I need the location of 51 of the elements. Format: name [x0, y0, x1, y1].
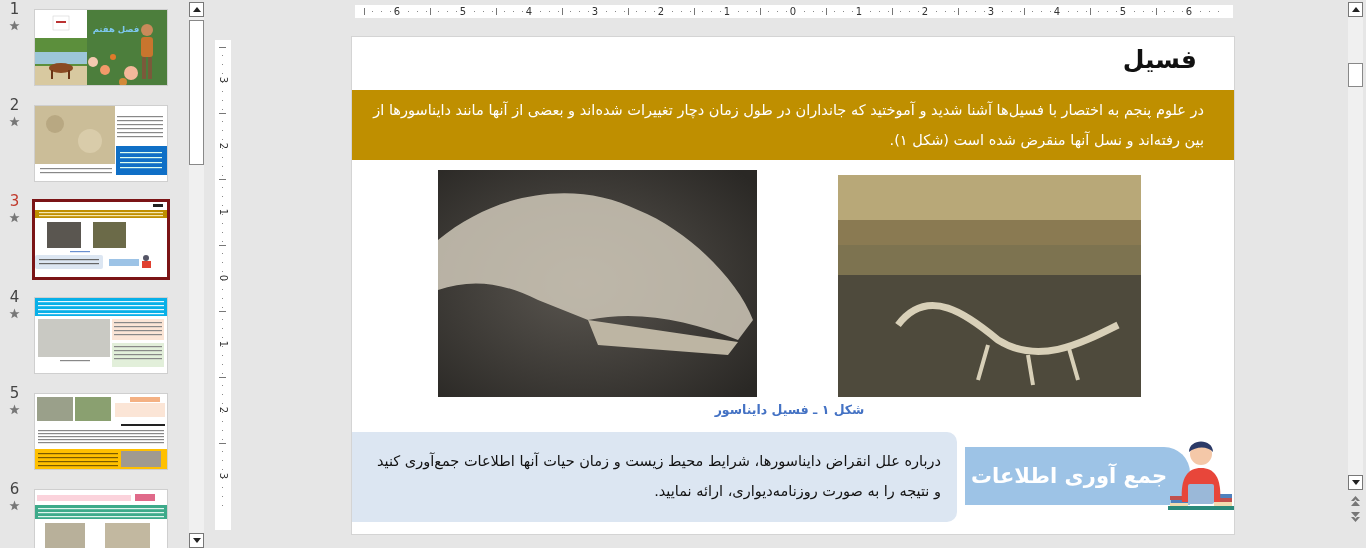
activity-text: درباره علل انقراض دایناسورها، شرایط محیط زیست و زمان حیات آنها اطلاعات جمع‌آوری کنید و نتیجه را به صورت روزنامه‌دیواری، ارائه نمایید. — [352, 432, 957, 522]
star-icon — [9, 500, 20, 511]
ruler-number: 3 — [218, 472, 228, 480]
slide-number: 5 — [9, 384, 20, 402]
star-icon — [9, 404, 20, 415]
star-icon — [9, 212, 20, 223]
star-icon — [9, 20, 20, 31]
scroll-down-button[interactable] — [189, 533, 204, 548]
slide-number: 4 — [9, 288, 20, 306]
scroll-down-button[interactable] — [1348, 475, 1363, 490]
ruler-number: 1 — [853, 5, 865, 18]
ruler-number: 6 — [1183, 5, 1195, 18]
ruler-number: 2 — [919, 5, 931, 18]
slide-number: 1 — [9, 0, 20, 18]
ruler-number: 2 — [218, 142, 228, 150]
slide-title: فسیل — [1122, 45, 1197, 74]
ruler-number: 1 — [218, 208, 228, 216]
slide-thumbnail[interactable]: فصل هفتم — [35, 10, 167, 85]
scrollbar-thumb[interactable] — [189, 20, 204, 165]
ruler-number: 0 — [787, 5, 799, 18]
ruler-number: 2 — [218, 406, 228, 414]
slide-thumbnail[interactable] — [35, 106, 167, 181]
next-slide-button[interactable] — [1350, 512, 1361, 524]
previous-slide-button[interactable] — [1350, 496, 1361, 508]
figure-caption: شکل ۱ ـ فسیل دایناسور — [714, 402, 865, 417]
ruler-number: 3 — [589, 5, 601, 18]
slide-number: 2 — [9, 96, 20, 114]
ruler-number: 6 — [391, 5, 403, 18]
scroll-up-button[interactable] — [1348, 2, 1363, 17]
intro-paragraph: در علوم پنجم به اختصار با فسیل‌ها آشنا شدید و آموختید که جانداران در طول زمان دچار تغییرات شده‌اند و بعضی از آنها مانند دایناسورها از بین رفته‌اند و نسل آنها منقرض شده است (شکل ۱). — [352, 90, 1234, 160]
ruler-number: 1 — [721, 5, 733, 18]
slide-thumbnail[interactable] — [35, 490, 167, 548]
ruler-number: 5 — [1117, 5, 1129, 18]
slide-number: 3 — [9, 192, 20, 210]
activity-label: جمع آوری اطلاعات — [965, 447, 1190, 505]
ruler-number: 4 — [1051, 5, 1063, 18]
slide-number: 6 — [9, 480, 20, 498]
ruler-number: 3 — [985, 5, 997, 18]
slide-thumbnail[interactable] — [35, 298, 167, 373]
slide-thumbnail[interactable] — [35, 394, 167, 469]
scroll-up-button[interactable] — [189, 2, 204, 17]
ruler-number: 4 — [523, 5, 535, 18]
scrollbar-thumb[interactable] — [1348, 63, 1363, 87]
ruler-number: 2 — [655, 5, 667, 18]
ruler-number: 5 — [457, 5, 469, 18]
ruler-number: 3 — [218, 76, 228, 84]
slide-thumbnail[interactable] — [35, 202, 167, 277]
ruler-number: 0 — [218, 274, 228, 282]
ruler-number: 1 — [218, 340, 228, 348]
star-icon — [9, 308, 20, 319]
star-icon — [9, 116, 20, 127]
